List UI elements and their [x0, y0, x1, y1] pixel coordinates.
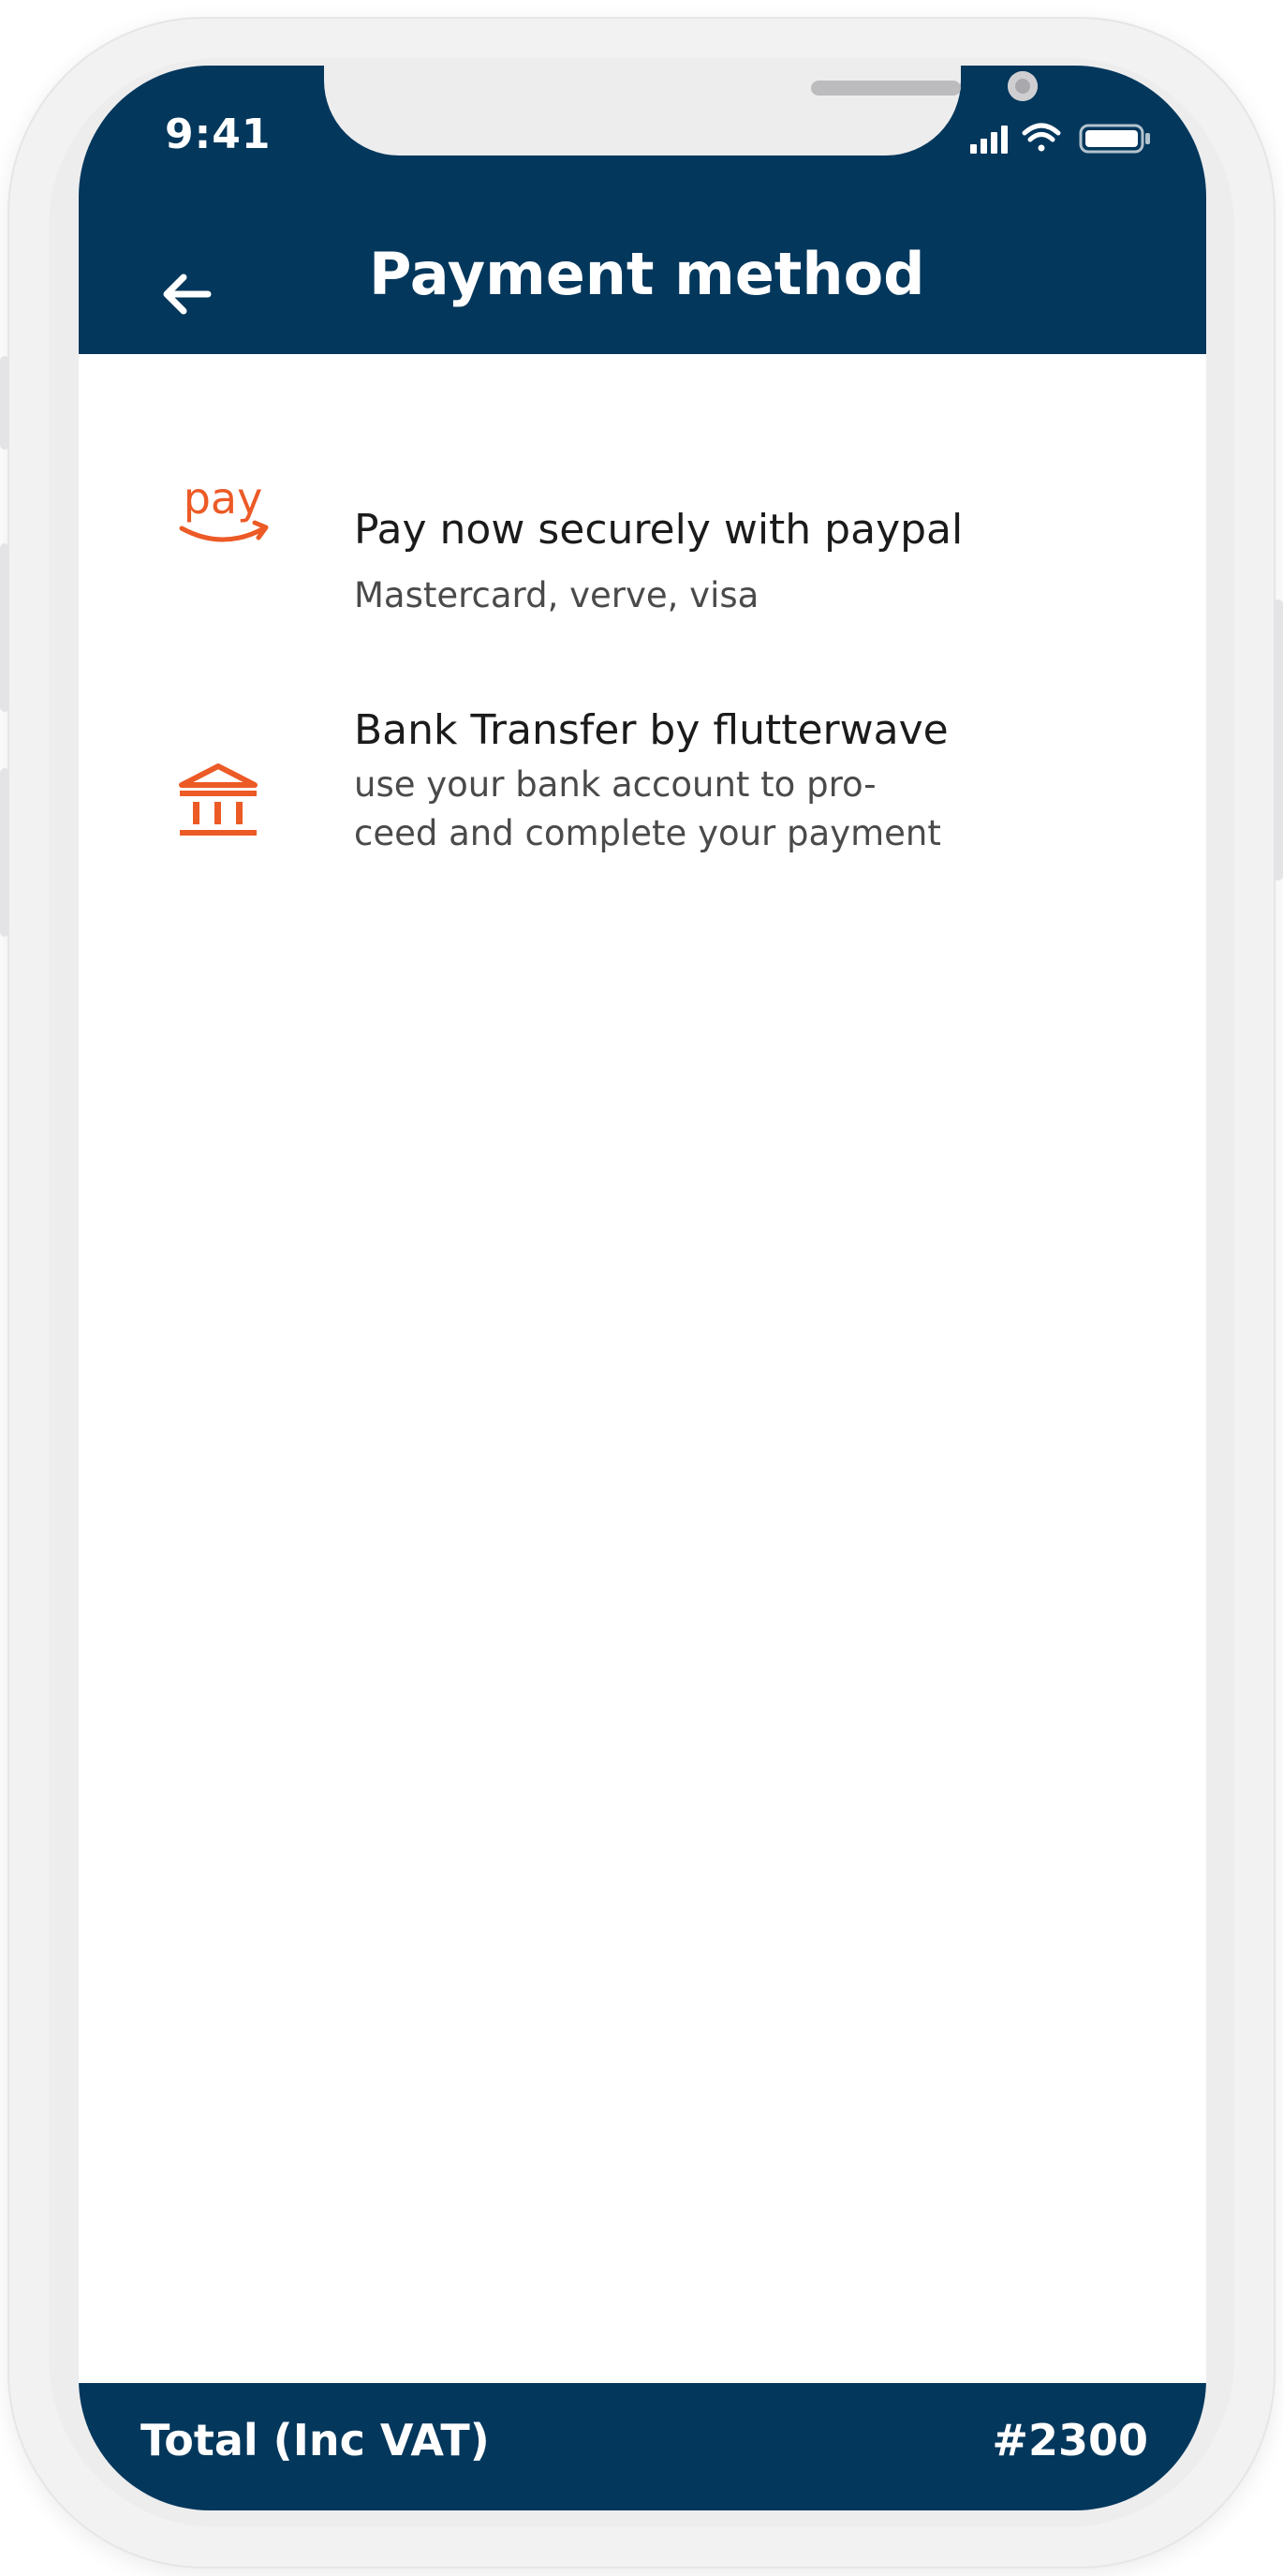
payment-option-title: Bank Transfer by flutterwave	[354, 706, 949, 754]
speaker-grille	[811, 81, 961, 96]
back-arrow-icon	[163, 274, 212, 315]
wifi-icon	[1022, 123, 1061, 152]
cellular-signal-icon	[970, 126, 1008, 154]
phone-volume-up-button	[0, 543, 9, 712]
phone-volume-down-button	[0, 768, 9, 937]
back-button[interactable]	[154, 264, 219, 320]
svg-text:pay: pay	[184, 473, 263, 524]
payment-option-paypal[interactable]: pay Pay now securely with paypal Masterc…	[79, 440, 1206, 615]
page: 9:41 Payment method pay Pay now securely…	[0, 0, 1283, 2576]
phone-side-button	[0, 356, 9, 450]
status-time: 9:41	[165, 111, 272, 158]
payment-option-bank-transfer[interactable]: Bank Transfer by flutterwave use your ba…	[79, 637, 1206, 918]
payment-option-title: Pay now securely with paypal	[354, 506, 964, 554]
phone-power-button	[1274, 600, 1283, 881]
phone-screen: 9:41 Payment method pay Pay now securely…	[79, 66, 1206, 2510]
phone-notch	[324, 66, 1038, 155]
page-title: Payment method	[369, 240, 925, 308]
total-label: Total (Inc VAT)	[140, 2415, 490, 2465]
battery-icon	[1079, 124, 1150, 154]
total-footer: Total (Inc VAT) #2300	[79, 2383, 1206, 2510]
total-amount: #2300	[992, 2415, 1148, 2465]
status-icons	[970, 123, 1150, 154]
front-camera	[1008, 71, 1038, 101]
pay-logo-icon: pay	[179, 473, 269, 542]
bank-icon	[179, 763, 258, 836]
payment-option-description: use your bank account to pro-ceed and co…	[354, 764, 941, 853]
payment-option-description: Mastercard, verve, visa	[354, 575, 759, 615]
